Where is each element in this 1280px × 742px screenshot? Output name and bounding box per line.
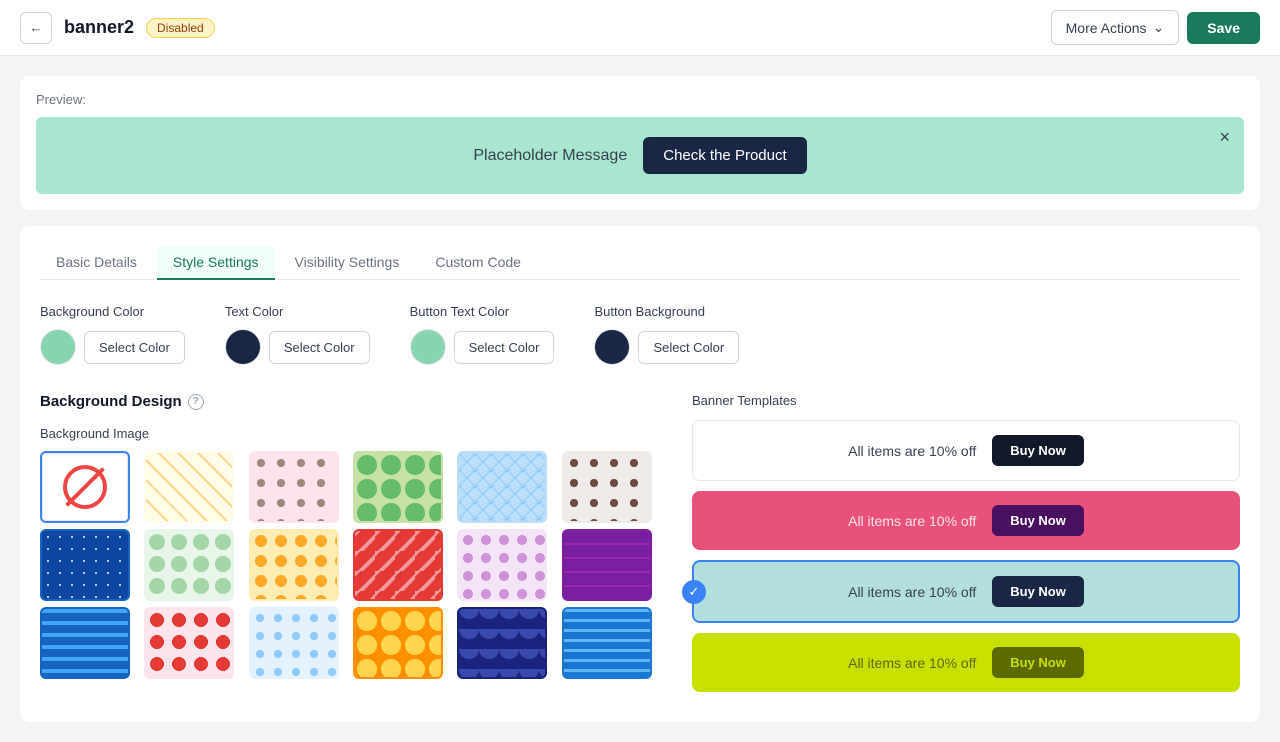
bg-image-blob[interactable] <box>353 607 443 679</box>
preview-section: Preview: Placeholder Message Check the P… <box>20 76 1260 210</box>
bg-image-waves2[interactable] <box>562 607 652 679</box>
bg-image-diamond[interactable] <box>457 451 547 523</box>
btn-bg-color-field: Button Background Select Color <box>594 304 739 365</box>
more-actions-label: More Actions <box>1066 20 1147 36</box>
bg-image-cocktail[interactable] <box>457 529 547 601</box>
info-icon: ? <box>188 394 204 410</box>
chevron-down-icon: ⌄ <box>1153 19 1165 36</box>
header-right: More Actions ⌄ Save <box>1051 10 1260 45</box>
bg-image-scallop[interactable] <box>457 607 547 679</box>
btn-bg-color-select-button[interactable]: Select Color <box>638 331 739 364</box>
text-color-input-row: Select Color <box>225 329 370 365</box>
page-title: banner2 <box>64 17 134 38</box>
template-pink-text: All items are 10% off <box>848 513 976 529</box>
btn-text-color-label: Button Text Color <box>410 304 555 319</box>
btn-text-color-input-row: Select Color <box>410 329 555 365</box>
preview-message: Placeholder Message <box>473 147 627 165</box>
bg-image-lime[interactable] <box>353 451 443 523</box>
template-selected-check: ✓ <box>682 580 706 604</box>
template-pink[interactable]: All items are 10% off Buy Now <box>692 491 1240 550</box>
background-design-section: Background Design ? Background Image <box>40 393 660 702</box>
bg-image-waves-blue[interactable] <box>40 607 130 679</box>
btn-text-color-field: Button Text Color Select Color <box>410 304 555 365</box>
text-color-swatch <box>225 329 261 365</box>
bg-image-cherry[interactable] <box>144 607 234 679</box>
back-button[interactable]: ← <box>20 12 52 44</box>
bg-color-swatch <box>40 329 76 365</box>
preview-close-button[interactable]: × <box>1219 127 1230 148</box>
bg-image-splash[interactable] <box>144 529 234 601</box>
template-green-button[interactable]: Buy Now <box>992 576 1084 607</box>
template-pink-button[interactable]: Buy Now <box>992 505 1084 536</box>
bg-image-space[interactable] <box>40 529 130 601</box>
template-green-text: All items are 10% off <box>848 584 976 600</box>
btn-text-color-select-button[interactable]: Select Color <box>454 331 555 364</box>
main-content: Preview: Placeholder Message Check the P… <box>0 56 1280 742</box>
preview-cta-button[interactable]: Check the Product <box>643 137 806 174</box>
tab-style-settings[interactable]: Style Settings <box>157 246 275 280</box>
text-color-select-button[interactable]: Select Color <box>269 331 370 364</box>
bg-image-faces[interactable] <box>249 451 339 523</box>
header-left: ← banner2 Disabled <box>20 12 215 44</box>
save-button[interactable]: Save <box>1187 12 1260 44</box>
header: ← banner2 Disabled More Actions ⌄ Save <box>0 0 1280 56</box>
preview-banner: Placeholder Message Check the Product × <box>36 117 1244 194</box>
bg-color-select-button[interactable]: Select Color <box>84 331 185 364</box>
tab-custom-code[interactable]: Custom Code <box>419 246 537 280</box>
btn-bg-color-label: Button Background <box>594 304 739 319</box>
bg-image-purple[interactable] <box>562 529 652 601</box>
template-white-button[interactable]: Buy Now <box>992 435 1084 466</box>
template-yellow-button[interactable]: Buy Now <box>992 647 1084 678</box>
background-design-title: Background Design ? <box>40 393 660 410</box>
back-icon: ← <box>29 20 42 35</box>
bg-image-items[interactable] <box>144 451 234 523</box>
more-actions-button[interactable]: More Actions ⌄ <box>1051 10 1180 45</box>
bg-images-label: Background Image <box>40 426 660 441</box>
background-color-field: Background Color Select Color <box>40 304 185 365</box>
settings-panel: Basic Details Style Settings Visibility … <box>20 226 1260 722</box>
bg-color-input-row: Select Color <box>40 329 185 365</box>
color-settings-row: Background Color Select Color Text Color… <box>40 304 1240 365</box>
text-color-field: Text Color Select Color <box>225 304 370 365</box>
banner-templates-section: Banner Templates All items are 10% off B… <box>692 393 1240 702</box>
content-columns: Background Design ? Background Image <box>40 393 1240 702</box>
btn-bg-color-swatch <box>594 329 630 365</box>
template-yellow-text: All items are 10% off <box>848 655 976 671</box>
bg-image-dots[interactable] <box>562 451 652 523</box>
preview-label: Preview: <box>36 92 1244 107</box>
bg-image-snowflake[interactable] <box>249 607 339 679</box>
background-image-grid <box>40 451 660 679</box>
tab-bar: Basic Details Style Settings Visibility … <box>40 246 1240 280</box>
bg-image-none[interactable] <box>40 451 130 523</box>
status-badge: Disabled <box>146 18 215 38</box>
bg-image-zigzag[interactable] <box>353 529 443 601</box>
template-yellow[interactable]: All items are 10% off Buy Now <box>692 633 1240 692</box>
template-green[interactable]: ✓ All items are 10% off Buy Now <box>692 560 1240 623</box>
tab-basic-details[interactable]: Basic Details <box>40 246 153 280</box>
template-white[interactable]: All items are 10% off Buy Now <box>692 420 1240 481</box>
bg-image-beach[interactable] <box>249 529 339 601</box>
template-white-text: All items are 10% off <box>848 443 976 459</box>
btn-bg-color-input-row: Select Color <box>594 329 739 365</box>
text-color-label: Text Color <box>225 304 370 319</box>
tab-visibility-settings[interactable]: Visibility Settings <box>279 246 416 280</box>
bg-color-label: Background Color <box>40 304 185 319</box>
banner-templates-label: Banner Templates <box>692 393 1240 408</box>
btn-text-color-swatch <box>410 329 446 365</box>
